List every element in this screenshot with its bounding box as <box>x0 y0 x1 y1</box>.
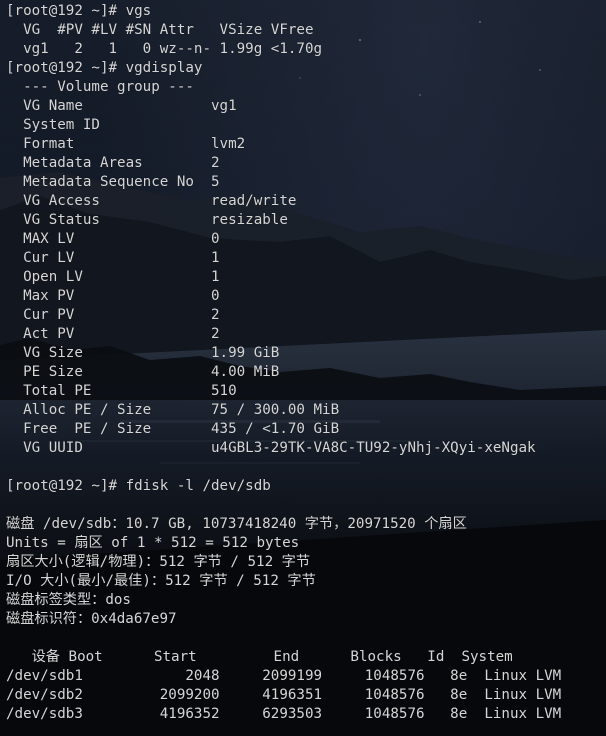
prompt-fdisk: [root@192 ~]# fdisk -l /dev/sdb <box>6 478 271 494</box>
vgs-row-vg1: vg1 2 1 0 wz--n- 1.99g <1.70g <box>6 41 323 57</box>
vgdisplay-format: Format lvm2 <box>6 136 246 152</box>
partition-table-header: 设备 Boot Start End Blocks Id System <box>6 649 513 665</box>
prompt-vgdisplay: [root@192 ~]# vgdisplay <box>6 60 203 76</box>
vgdisplay-total-pe: Total PE 510 <box>6 383 237 399</box>
vgdisplay-alloc-pe: Alloc PE / Size 75 / 300.00 MiB <box>6 402 340 418</box>
fdisk-label-type: 磁盘标签类型：dos <box>6 592 131 608</box>
fdisk-io-size: I/O 大小(最小/最佳)：512 字节 / 512 字节 <box>6 573 316 589</box>
vgdisplay-vg-status: VG Status resizable <box>6 212 288 228</box>
vgdisplay-max-lv: MAX LV 0 <box>6 231 220 247</box>
vgdisplay-open-lv: Open LV 1 <box>6 269 220 285</box>
vgdisplay-vg-uuid: VG UUID u4GBL3-29TK-VA8C-TU92-yNhj-XQyi-… <box>6 440 536 456</box>
terminal-window[interactable]: [root@192 ~]# vgs VG #PV #LV #SN Attr VS… <box>0 0 606 736</box>
vgdisplay-free-pe: Free PE / Size 435 / <1.70 GiB <box>6 421 340 437</box>
fdisk-units: Units = 扇区 of 1 * 512 = 512 bytes <box>6 535 300 551</box>
vgs-header: VG #PV #LV #SN Attr VSize VFree <box>6 22 314 38</box>
fdisk-identifier: 磁盘标识符：0x4da67e97 <box>6 611 177 627</box>
fdisk-sector-size: 扇区大小(逻辑/物理)：512 字节 / 512 字节 <box>6 554 311 570</box>
partition-row-sdb1: /dev/sdb1 2048 2099199 1048576 8e Linux … <box>6 668 562 684</box>
vgdisplay-cur-lv: Cur LV 1 <box>6 250 220 266</box>
vgdisplay-vg-size: VG Size 1.99 GiB <box>6 345 280 361</box>
prompt-vgs: [root@192 ~]# vgs <box>6 3 152 19</box>
vgdisplay-metadata-sequence: Metadata Sequence No 5 <box>6 174 220 190</box>
vgdisplay-system-id: System ID <box>6 117 100 133</box>
fdisk-disk-info: 磁盘 /dev/sdb：10.7 GB, 10737418240 字节，2097… <box>6 516 467 532</box>
vgdisplay-vg-name: VG Name vg1 <box>6 98 237 114</box>
vgdisplay-vg-access: VG Access read/write <box>6 193 297 209</box>
partition-row-sdb3: /dev/sdb3 4196352 6293503 1048576 8e Lin… <box>6 706 562 722</box>
vgdisplay-act-pv: Act PV 2 <box>6 326 220 342</box>
vgdisplay-pe-size: PE Size 4.00 MiB <box>6 364 280 380</box>
vgdisplay-max-pv: Max PV 0 <box>6 288 220 304</box>
vgdisplay-section-header: --- Volume group --- <box>6 79 194 95</box>
vgdisplay-metadata-areas: Metadata Areas 2 <box>6 155 220 171</box>
terminal-output[interactable]: [root@192 ~]# vgs VG #PV #LV #SN Attr VS… <box>0 0 606 736</box>
partition-row-sdb2: /dev/sdb2 2099200 4196351 1048576 8e Lin… <box>6 687 562 703</box>
vgdisplay-cur-pv: Cur PV 2 <box>6 307 220 323</box>
